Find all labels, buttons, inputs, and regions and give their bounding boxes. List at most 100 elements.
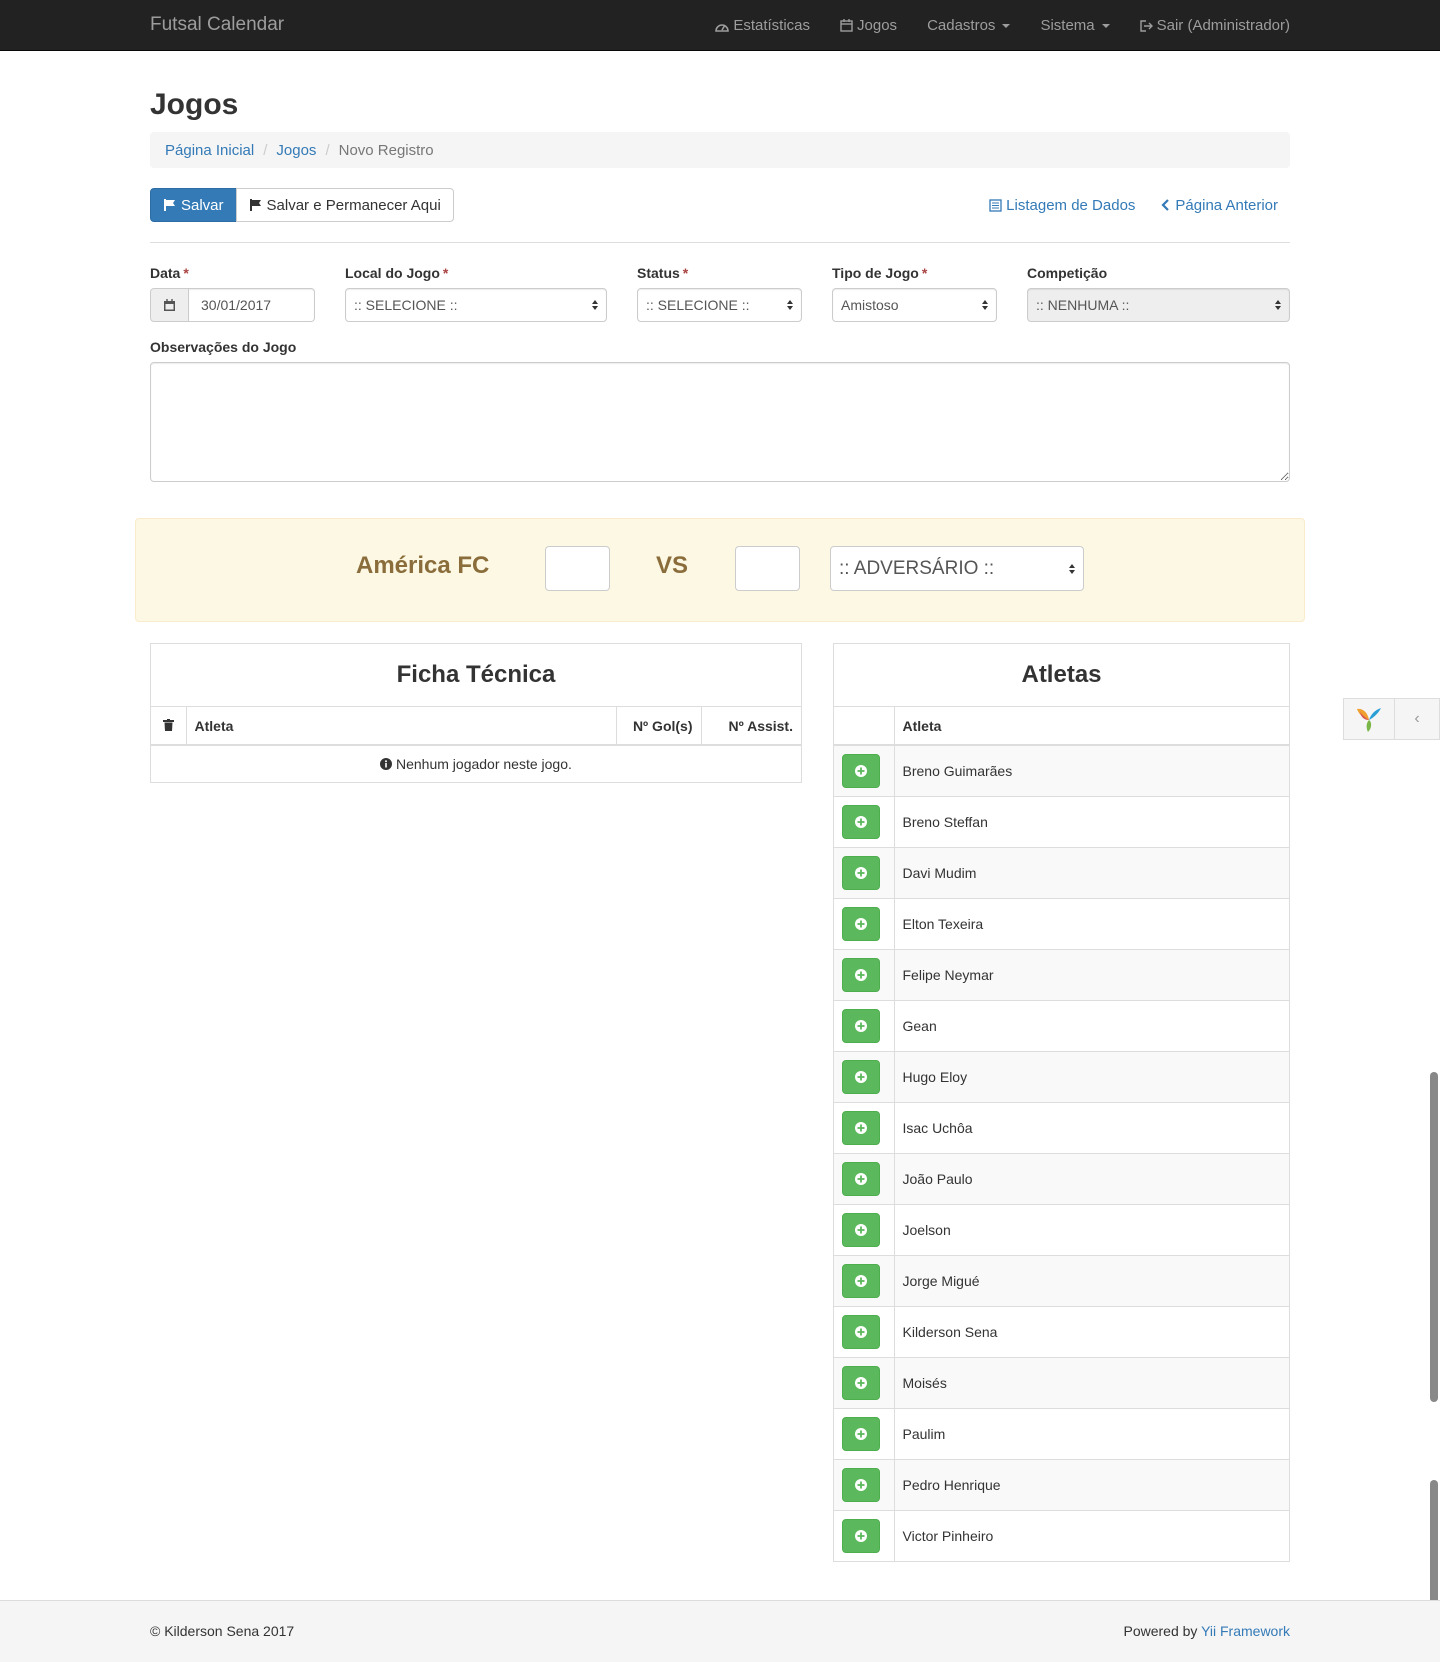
- plus-circle-icon: [855, 815, 867, 828]
- athlete-name: Breno Steffan: [902, 813, 988, 830]
- add-athlete-button[interactable]: [842, 906, 880, 941]
- save-and-stay-label: Salvar e Permanecer Aqui: [266, 196, 441, 214]
- vs-label: VS: [656, 552, 689, 579]
- athlete-name: Elton Texeira: [902, 915, 984, 932]
- date-input[interactable]: 30/01/2017: [189, 288, 315, 322]
- competicao-label: Competição: [1027, 265, 1108, 281]
- nav-jogos-label: Jogos: [857, 17, 898, 34]
- ficha-col-assist: Nº Assist.: [701, 707, 801, 746]
- info-icon: [380, 758, 393, 770]
- nav-estatisticas[interactable]: Estatísticas: [715, 17, 810, 34]
- yii-logo-icon: [1344, 699, 1395, 739]
- ficha-tecnica-panel: Ficha Técnica Atleta Nº Gol(s) Nº Assist…: [150, 643, 802, 783]
- add-athlete-button[interactable]: [842, 804, 880, 839]
- athlete-row: Hugo Eloy: [834, 1051, 1289, 1102]
- toolbar-links: Listagem de Dados Página Anterior: [963, 197, 1290, 214]
- add-athlete-button[interactable]: [842, 855, 880, 890]
- plus-circle-icon: [855, 1478, 867, 1491]
- athlete-name: Isac Uchôa: [902, 1119, 973, 1136]
- ficha-tecnica-title: Ficha Técnica: [151, 644, 801, 707]
- chevron-left-icon[interactable]: ‹: [1395, 699, 1439, 739]
- list-data-label: Listagem de Dados: [1006, 196, 1136, 214]
- save-button-label: Salvar: [181, 196, 224, 214]
- list-data-link[interactable]: Listagem de Dados: [989, 197, 1135, 214]
- navbar-menu: Estatísticas Jogos Cadastros Sistema Sai…: [685, 0, 1290, 51]
- status-label: Status *: [637, 265, 689, 281]
- nav-cadastros-dropdown[interactable]: Cadastros: [927, 17, 1011, 34]
- add-athlete-button[interactable]: [842, 1467, 880, 1502]
- add-athlete-button[interactable]: [842, 1263, 880, 1298]
- breadcrumb-home-link[interactable]: Página Inicial: [165, 142, 254, 159]
- add-athlete-button[interactable]: [842, 1416, 880, 1451]
- add-athlete-button[interactable]: [842, 1008, 880, 1043]
- brand-link[interactable]: Futsal Calendar: [150, 14, 284, 36]
- previous-page-link[interactable]: Página Anterior: [1161, 197, 1278, 214]
- trash-icon: [162, 718, 174, 731]
- add-athlete-button[interactable]: [842, 1365, 880, 1400]
- plus-circle-icon: [855, 968, 867, 981]
- athlete-row: Breno Steffan: [834, 796, 1289, 847]
- add-athlete-button[interactable]: [842, 957, 880, 992]
- athlete-row: Felipe Neymar: [834, 949, 1289, 1000]
- plus-circle-icon: [855, 1070, 867, 1083]
- page-title: Jogos: [150, 88, 239, 121]
- nav-sistema-label: Sistema: [1040, 17, 1095, 34]
- add-athlete-button[interactable]: [842, 1314, 880, 1349]
- page-header: Jogos: [150, 88, 1290, 122]
- plus-circle-icon: [855, 1325, 867, 1338]
- divider: [150, 242, 1290, 243]
- tipo-select[interactable]: Amistoso: [832, 288, 997, 322]
- breadcrumb-separator: /: [325, 141, 330, 159]
- add-athlete-button[interactable]: [842, 1059, 880, 1094]
- athlete-name: Pedro Henrique: [902, 1476, 1001, 1493]
- breadcrumb-separator: /: [263, 141, 268, 159]
- athlete-row: Kilderson Sena: [834, 1306, 1289, 1357]
- nav-jogos[interactable]: Jogos: [840, 17, 897, 34]
- athlete-row: Paulim: [834, 1408, 1289, 1459]
- athlete-name: Breno Guimarães: [902, 762, 1013, 779]
- nav-logout[interactable]: Sair (Administrador): [1139, 17, 1290, 34]
- add-athlete-button[interactable]: [842, 753, 880, 788]
- navbar: Futsal Calendar Estatísticas Jogos Cadas…: [0, 0, 1440, 51]
- plus-circle-icon: [855, 1427, 867, 1440]
- add-athlete-button[interactable]: [842, 1161, 880, 1196]
- field-status: Status * :: SELECIONE ::: [637, 265, 802, 322]
- nav-cadastros-label: Cadastros: [927, 17, 996, 34]
- calendar-addon[interactable]: [150, 288, 189, 322]
- athlete-name: Moisés: [902, 1374, 947, 1391]
- calendar-icon: [840, 19, 853, 32]
- previous-page-label: Página Anterior: [1175, 196, 1278, 214]
- atletas-panel: Atletas Atleta Breno Guimarães Breno Stef…: [833, 643, 1290, 1562]
- athlete-row: Jorge Migué: [834, 1255, 1289, 1306]
- athlete-name: Gean: [902, 1017, 937, 1034]
- ficha-col-atleta: Atleta: [186, 707, 617, 746]
- local-select[interactable]: :: SELECIONE ::: [345, 288, 607, 322]
- athlete-row: Pedro Henrique: [834, 1459, 1289, 1510]
- chevron-left-icon: [1161, 199, 1170, 211]
- add-athlete-button[interactable]: [842, 1110, 880, 1145]
- atletas-table-body: Breno Guimarães Breno Steffan Davi Mudim El…: [834, 745, 1289, 1561]
- toolbar: Salvar Salvar e Permanecer Aqui Listagem…: [150, 188, 1290, 222]
- save-button[interactable]: Salvar: [150, 188, 237, 222]
- observacoes-textarea[interactable]: [150, 362, 1290, 482]
- add-athlete-button[interactable]: [842, 1212, 880, 1247]
- yii-debug-toolbar[interactable]: ‹: [1343, 698, 1440, 740]
- nav-logout-label: Sair (Administrador): [1156, 17, 1290, 34]
- opponent-select[interactable]: :: ADVERSÁRIO ::: [830, 546, 1084, 591]
- plus-circle-icon: [855, 1172, 867, 1185]
- athlete-name: Davi Mudim: [902, 864, 977, 881]
- atletas-table: Atleta Breno Guimarães Breno Steffan Davi …: [834, 707, 1289, 1561]
- yii-framework-link[interactable]: Yii Framework: [1201, 1623, 1290, 1639]
- breadcrumb-jogos-link[interactable]: Jogos: [276, 142, 316, 159]
- status-select[interactable]: :: SELECIONE ::: [637, 288, 802, 322]
- home-score-input[interactable]: [545, 546, 610, 591]
- athlete-name: João Paulo: [902, 1170, 973, 1187]
- nav-sistema-dropdown[interactable]: Sistema: [1040, 17, 1110, 34]
- athlete-name: Felipe Neymar: [902, 966, 994, 983]
- save-and-stay-button[interactable]: Salvar e Permanecer Aqui: [235, 188, 454, 222]
- calendar-icon: [164, 298, 175, 311]
- away-score-input[interactable]: [735, 546, 800, 591]
- add-athlete-button[interactable]: [842, 1518, 880, 1553]
- scrollbar-thumb[interactable]: [1430, 1072, 1438, 1402]
- plus-circle-icon: [855, 764, 867, 777]
